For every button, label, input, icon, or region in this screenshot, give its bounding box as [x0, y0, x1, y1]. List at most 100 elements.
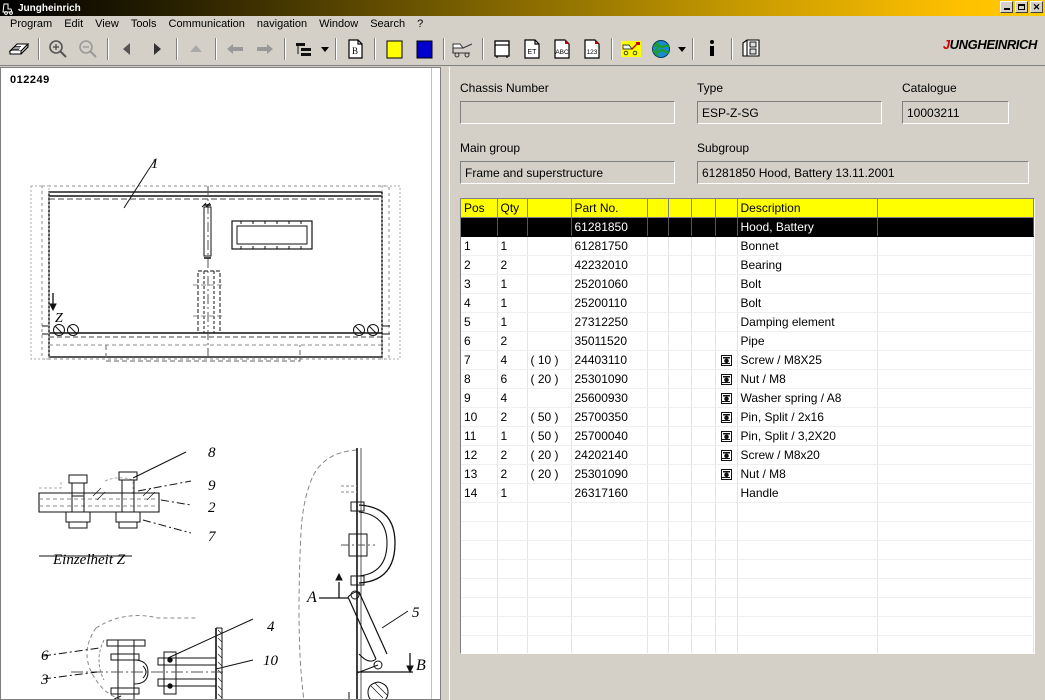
next-button[interactable] — [142, 35, 172, 63]
column-header-description[interactable]: Description — [737, 199, 878, 218]
document-et-button[interactable]: ET — [517, 35, 547, 63]
drawing-callout-2: 2 — [208, 500, 216, 516]
type-input[interactable]: ESP-Z-SG — [697, 101, 882, 124]
drawing-panel[interactable]: 012249 1 8 9 2 7 4 10 6 3 5 Z A B Einzel… — [0, 67, 440, 700]
table-row[interactable]: 5 1 27312250 Damping element — [461, 312, 1034, 332]
table-row-empty[interactable] — [461, 616, 1034, 636]
column-header-qty[interactable]: Qty — [497, 199, 528, 218]
cell-description: Bearing — [737, 255, 878, 275]
drawing-scrollbar[interactable] — [431, 68, 440, 699]
table-row[interactable]: 2 2 42232010 Bearing — [461, 255, 1034, 275]
column-header-col10[interactable] — [877, 199, 1034, 218]
column-header-col7[interactable] — [691, 199, 716, 218]
column-header-col6[interactable] — [668, 199, 692, 218]
cell-pos: 4 — [461, 293, 498, 313]
maximize-button[interactable] — [1015, 1, 1028, 13]
table-row-empty[interactable] — [461, 578, 1034, 598]
table-row[interactable]: 12 2( 20 ) 24202140 Screw / M8x20 — [461, 445, 1034, 465]
cell-pos: 6 — [461, 331, 498, 351]
menu-view[interactable]: View — [89, 17, 125, 31]
column-header-col5[interactable] — [647, 199, 669, 218]
table-row[interactable]: 61281850 Hood, Battery — [461, 217, 1034, 237]
table-row[interactable]: 8 6( 20 ) 25301090 Nut / M8 — [461, 369, 1034, 389]
print-button[interactable] — [4, 35, 34, 63]
cell-col5 — [647, 445, 669, 465]
cabinet-button[interactable] — [487, 35, 517, 63]
close-button[interactable]: ✕ — [1030, 1, 1043, 13]
table-row[interactable]: 13 2( 20 ) 25301090 Nut / M8 — [461, 464, 1034, 484]
table-row[interactable]: 3 1 25201060 Bolt — [461, 274, 1034, 294]
zoom-out-button[interactable] — [73, 35, 103, 63]
main-group-field: Main group Frame and superstructure — [460, 141, 675, 184]
language-dropdown-arrow[interactable] — [676, 35, 688, 63]
language-globe-button[interactable] — [646, 35, 676, 63]
table-row-empty[interactable] — [461, 597, 1034, 617]
table-row[interactable]: 10 2( 50 ) 25700350 Pin, Split / 2x16 — [461, 407, 1034, 427]
cell-empty — [571, 635, 648, 653]
table-row-empty[interactable] — [461, 635, 1034, 653]
table-row[interactable]: 7 4( 10 ) 24403110 Screw / M8X25 — [461, 350, 1034, 370]
package-icon[interactable] — [720, 392, 732, 404]
chassis-number-input[interactable] — [460, 101, 675, 124]
table-row[interactable]: 6 2 35011520 Pipe — [461, 331, 1034, 351]
info-button[interactable] — [697, 35, 727, 63]
package-icon[interactable] — [720, 468, 732, 480]
pane-divider[interactable] — [440, 67, 450, 700]
table-row[interactable]: 4 1 25200110 Bolt — [461, 293, 1034, 313]
catalogue-input[interactable]: 10003211 — [902, 101, 1009, 124]
pallet-truck-button[interactable] — [448, 35, 478, 63]
menu-tools[interactable]: Tools — [125, 17, 163, 31]
menu-help[interactable]: ? — [411, 17, 429, 31]
highlighted-truck-button[interactable] — [616, 35, 646, 63]
column-header-qty-pack[interactable] — [527, 199, 572, 218]
package-icon[interactable] — [720, 373, 732, 385]
table-row[interactable]: 14 1 26317160 Handle — [461, 483, 1034, 503]
table-row-empty[interactable] — [461, 559, 1034, 579]
up-button[interactable] — [181, 35, 211, 63]
back-button[interactable] — [220, 35, 250, 63]
yellow-marker-button[interactable] — [379, 35, 409, 63]
menu-program[interactable]: Program — [4, 17, 58, 31]
column-header-pos[interactable]: Pos — [461, 199, 498, 218]
main-content: 012249 1 8 9 2 7 4 10 6 3 5 Z A B Einzel… — [0, 67, 1045, 700]
package-icon[interactable] — [720, 411, 732, 423]
table-row-empty[interactable] — [461, 502, 1034, 522]
cell-qty-pack — [527, 483, 572, 503]
table-row[interactable]: 1 1 61281750 Bonnet — [461, 236, 1034, 256]
forward-button[interactable] — [250, 35, 280, 63]
package-icon[interactable] — [720, 354, 732, 366]
table-row[interactable]: 9 4 25600930 Washer spring / A8 — [461, 388, 1034, 408]
cell-empty — [571, 559, 648, 579]
minimize-button[interactable] — [1000, 1, 1013, 13]
main-group-input[interactable]: Frame and superstructure — [460, 161, 675, 184]
tree-view-button[interactable] — [289, 35, 319, 63]
document-123-button[interactable]: 123 — [577, 35, 607, 63]
cell-col10 — [877, 369, 1034, 389]
package-icon[interactable] — [720, 449, 732, 461]
previous-button[interactable] — [112, 35, 142, 63]
menu-window[interactable]: Window — [313, 17, 364, 31]
cell-icon — [715, 407, 738, 427]
document-abc-button[interactable]: ABC — [547, 35, 577, 63]
blue-marker-button[interactable] — [409, 35, 439, 63]
menu-communication[interactable]: Communication — [163, 17, 251, 31]
menu-edit[interactable]: Edit — [58, 17, 89, 31]
column-header-part-no[interactable]: Part No. — [571, 199, 648, 218]
cell-qty: 2 — [497, 407, 528, 427]
archive-button[interactable] — [736, 35, 766, 63]
cell-description: Handle — [737, 483, 878, 503]
package-icon[interactable] — [720, 430, 732, 442]
table-row-empty[interactable] — [461, 540, 1034, 560]
zoom-in-button[interactable] — [43, 35, 73, 63]
column-header-icon[interactable] — [715, 199, 738, 218]
document-b-button[interactable]: B — [340, 35, 370, 63]
cell-col5 — [647, 464, 669, 484]
parts-table-container[interactable]: Pos Qty Part No. Description 61281850 Ho… — [460, 198, 1035, 654]
table-row-empty[interactable] — [461, 521, 1034, 541]
chevron-down-icon[interactable] — [319, 35, 331, 63]
menu-navigation[interactable]: navigation — [251, 17, 313, 31]
menu-search[interactable]: Search — [364, 17, 411, 31]
subgroup-input[interactable]: 61281850 Hood, Battery 13.11.2001 — [697, 161, 1029, 184]
table-row[interactable]: 11 1( 50 ) 25700040 Pin, Split / 3,2X20 — [461, 426, 1034, 446]
